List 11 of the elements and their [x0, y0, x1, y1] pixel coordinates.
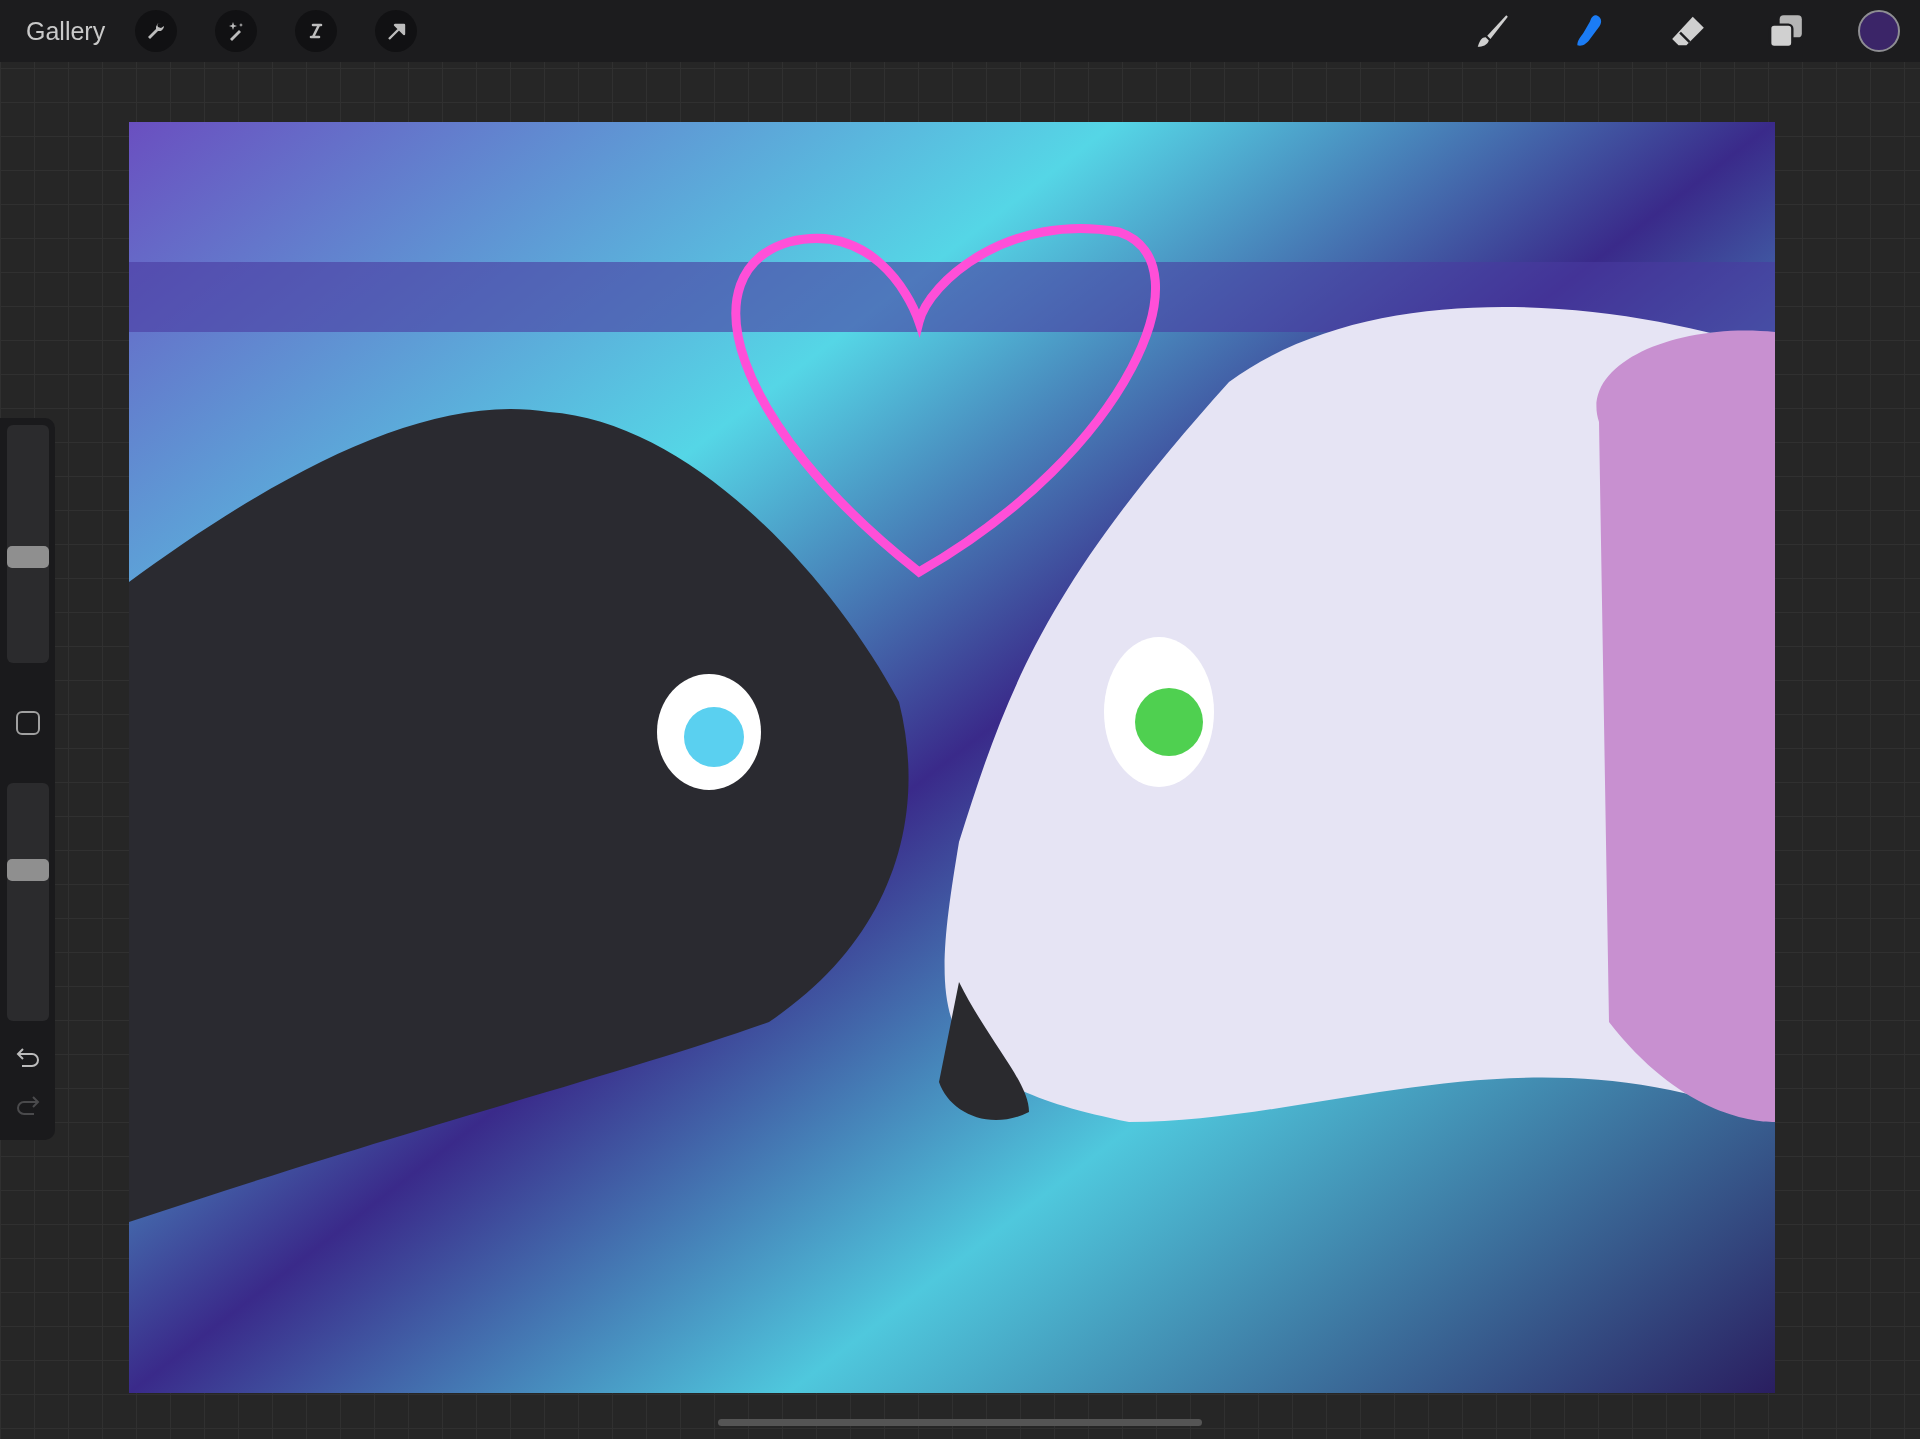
slider-thumb[interactable] — [6, 858, 49, 881]
gallery-link[interactable]: Gallery — [26, 16, 106, 46]
modify-button[interactable] — [15, 711, 40, 735]
slider-thumb[interactable] — [6, 545, 49, 568]
toolbar-button[interactable] — [215, 10, 258, 52]
toolbar-button[interactable] — [375, 10, 418, 52]
slider-track[interactable] — [6, 783, 49, 1021]
toolbar-button[interactable] — [135, 10, 178, 52]
color-swatch[interactable] — [1858, 10, 1900, 52]
slider-track[interactable] — [6, 425, 49, 663]
toolbar-button[interactable] — [295, 10, 338, 52]
